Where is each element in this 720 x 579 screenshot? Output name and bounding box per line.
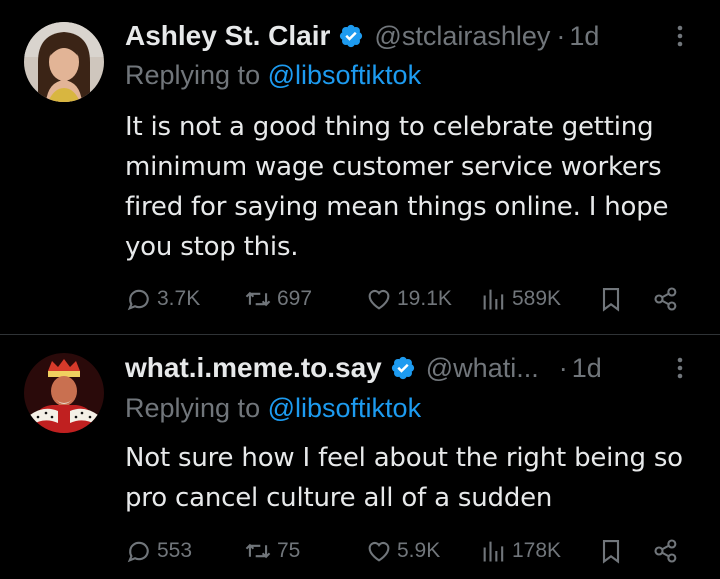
like-count: 5.9K — [397, 539, 441, 562]
handle[interactable]: @whati... — [426, 353, 539, 384]
handle[interactable]: @stclairashley — [374, 21, 550, 52]
views-icon — [480, 285, 512, 313]
display-name[interactable]: Ashley St. Clair — [125, 20, 330, 52]
reply-button[interactable]: 3.7K — [125, 282, 200, 316]
like-icon — [365, 537, 397, 565]
more-icon[interactable] — [666, 354, 694, 382]
replying-label: Replying to — [125, 60, 261, 90]
bookmark-icon[interactable] — [597, 534, 629, 568]
tweet[interactable]: Ashley St. Clair @stclairashley · 1d Rep… — [0, 0, 720, 334]
timestamp[interactable]: 1d — [569, 21, 599, 52]
separator: · — [556, 20, 566, 51]
repost-count: 75 — [277, 539, 301, 562]
reply-count: 553 — [157, 539, 193, 562]
action-bar: 553 75 5.9K 178K — [125, 534, 695, 568]
tweet-header: what.i.meme.to.say @whati... · 1d — [125, 350, 700, 386]
views-count: 589K — [512, 287, 562, 310]
repost-count: 697 — [277, 287, 313, 310]
tweet[interactable]: what.i.meme.to.say @whati... · 1d Replyi… — [0, 335, 720, 579]
action-bar: 3.7K 697 19.1K 589K — [125, 282, 695, 316]
share-icon[interactable] — [651, 534, 685, 568]
repost-icon — [243, 537, 277, 565]
tweet-header: Ashley St. Clair @stclairashley · 1d — [125, 18, 700, 54]
views-button[interactable]: 178K — [480, 534, 561, 568]
bookmark-icon[interactable] — [597, 282, 629, 316]
replying-label: Replying to — [125, 393, 261, 423]
reply-button[interactable]: 553 — [125, 534, 192, 568]
tweet-text: Not sure how I feel about the right bein… — [125, 443, 683, 513]
like-button[interactable]: 5.9K — [365, 534, 440, 568]
like-icon — [365, 285, 397, 313]
share-icon[interactable] — [651, 282, 685, 316]
repost-button[interactable]: 697 — [243, 282, 312, 316]
replying-to: Replying to @libsoftiktok — [125, 60, 421, 91]
like-button[interactable]: 19.1K — [365, 282, 452, 316]
replying-to: Replying to @libsoftiktok — [125, 393, 421, 424]
tweet-text: It is not a good thing to celebrate gett… — [125, 112, 669, 262]
views-icon — [480, 537, 512, 565]
timestamp[interactable]: 1d — [572, 353, 602, 384]
repost-button[interactable]: 75 — [243, 534, 300, 568]
mention-link[interactable]: @libsoftiktok — [268, 60, 421, 90]
display-name[interactable]: what.i.meme.to.say — [125, 352, 382, 384]
views-count: 178K — [512, 539, 562, 562]
reply-count: 3.7K — [157, 287, 201, 310]
avatar[interactable] — [24, 22, 104, 102]
mention-link[interactable]: @libsoftiktok — [268, 393, 421, 423]
separator: · — [558, 352, 568, 383]
repost-icon — [243, 285, 277, 313]
verified-badge-icon — [390, 355, 416, 381]
avatar[interactable] — [24, 353, 104, 433]
more-icon[interactable] — [666, 22, 694, 50]
like-count: 19.1K — [397, 287, 452, 310]
verified-badge-icon — [338, 23, 364, 49]
reply-icon — [125, 537, 157, 565]
reply-icon — [125, 285, 157, 313]
views-button[interactable]: 589K — [480, 282, 561, 316]
